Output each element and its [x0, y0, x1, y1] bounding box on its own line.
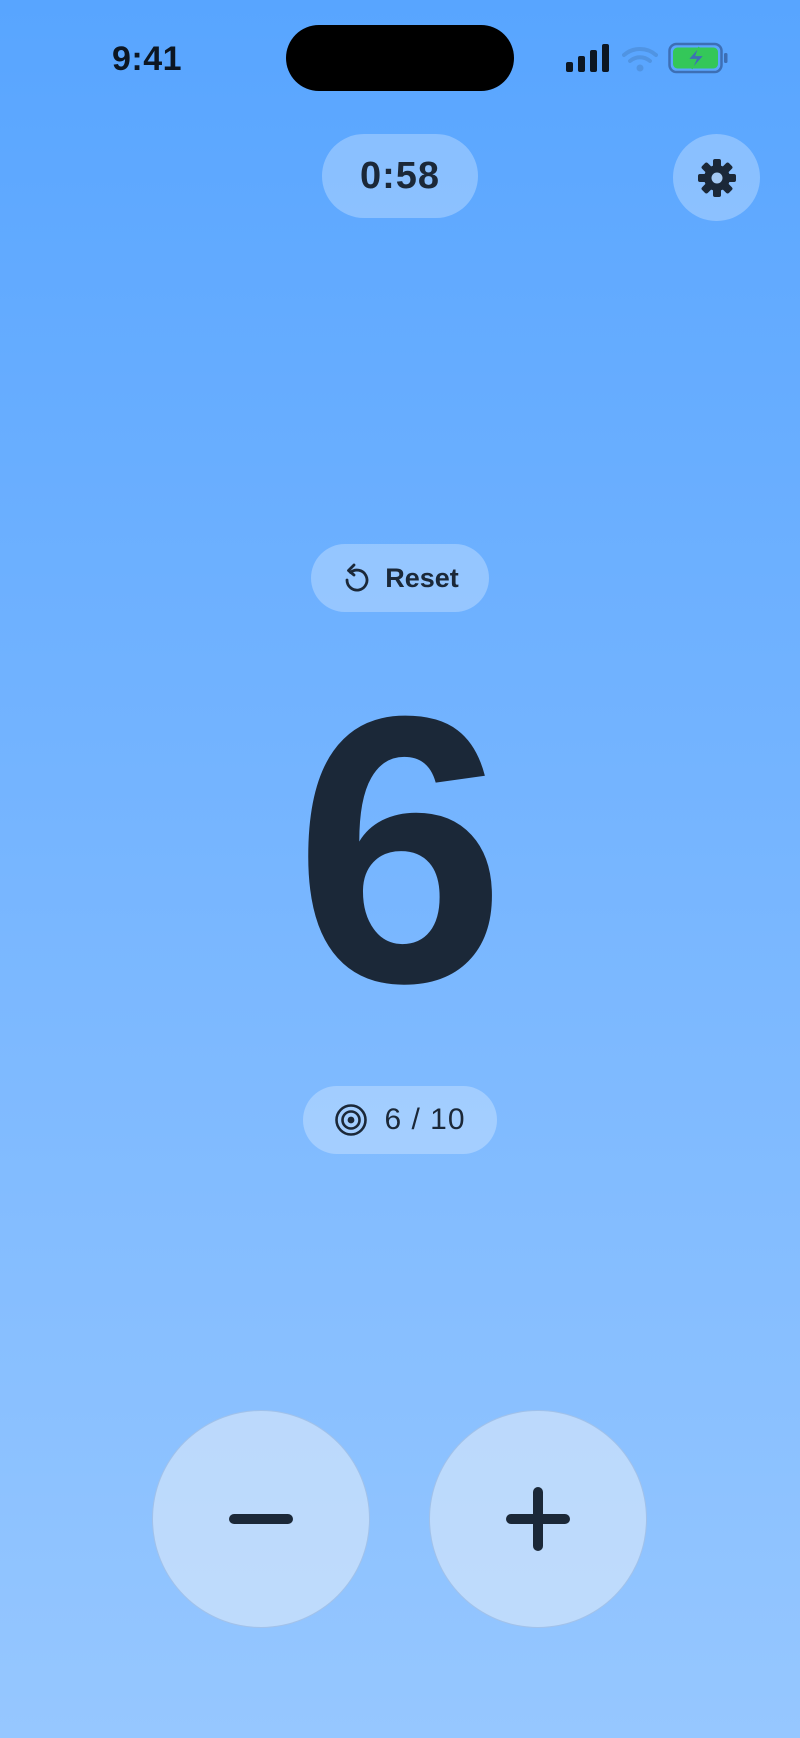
minus-icon [229, 1514, 293, 1524]
decrement-button[interactable] [152, 1410, 370, 1628]
signal-icon [566, 44, 609, 72]
battery-charging-icon [668, 42, 728, 74]
reset-arrow-icon [345, 563, 369, 592]
status-time: 9:41 [112, 40, 183, 78]
timer-display[interactable]: 0:58 [322, 134, 478, 218]
wifi-icon [622, 47, 658, 72]
target-icon [335, 1104, 368, 1136]
counter-screen: 9:41 0:58 Reset 6 6 / 10 [0, 0, 800, 1738]
dynamic-island [286, 25, 514, 91]
plus-icon [506, 1487, 570, 1551]
goal-progress[interactable]: 6 / 10 [303, 1086, 497, 1154]
reset-button[interactable]: Reset [311, 544, 489, 612]
gear-icon [697, 158, 736, 197]
increment-button[interactable] [429, 1410, 647, 1628]
reset-label: Reset [385, 562, 459, 593]
goal-label: 6 / 10 [384, 1103, 466, 1136]
count-value: 6 [294, 637, 506, 1062]
settings-button[interactable] [673, 134, 760, 221]
